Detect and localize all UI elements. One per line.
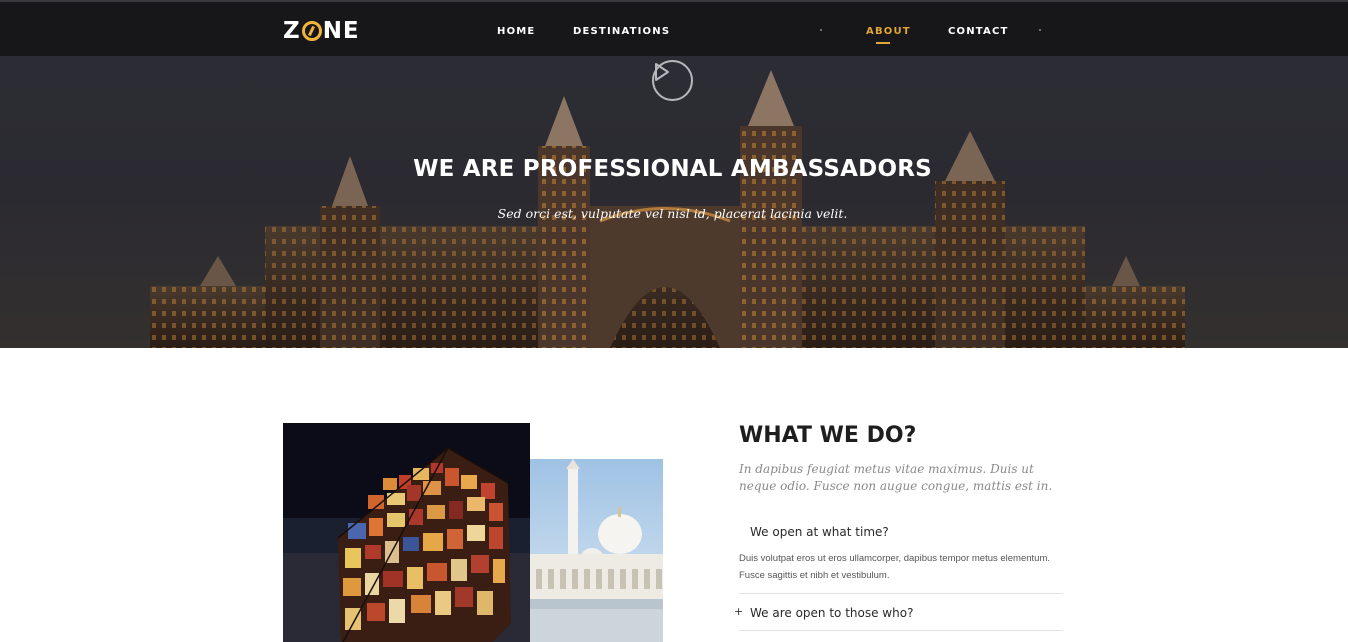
compass-icon (301, 21, 322, 41)
section-intro: In dapibus feugiat metus vitae maximus. … (739, 462, 1053, 493)
nav-about[interactable]: ABOUT (866, 26, 911, 37)
faq-question-2[interactable]: We are open to those who? (750, 606, 913, 620)
nav-destinations[interactable]: DESTINATIONS (573, 26, 670, 37)
play-icon (655, 63, 669, 81)
faq-answer-1: Duis volutpat eros ut eros ullamcorper, … (739, 553, 1051, 581)
nav-separator-dot (820, 29, 822, 31)
play-video-button[interactable] (652, 60, 693, 101)
faq-divider (739, 593, 1063, 594)
hero-title: WE ARE PROFESSIONAL AMBASSADORS (413, 156, 932, 182)
nav-contact[interactable]: CONTACT (948, 26, 1009, 37)
logo-letter-z: Z (283, 18, 301, 44)
nav-home[interactable]: HOME (497, 26, 535, 37)
nav-separator-dot (1039, 29, 1041, 31)
top-navbar: Z NE HOME DESTINATIONS ABOUT CONTACT (0, 0, 1348, 56)
faq-question-1[interactable]: We open at what time? (750, 525, 889, 539)
plus-icon[interactable]: + (734, 605, 743, 618)
nav-active-indicator (876, 42, 890, 44)
site-logo[interactable]: Z NE (283, 18, 360, 44)
hero-banner: WE ARE PROFESSIONAL AMBASSADORS Sed orci… (0, 56, 1348, 348)
section-title: WHAT WE DO? (739, 423, 917, 448)
mosque-image (530, 459, 663, 642)
stained-glass-house-image (283, 423, 530, 642)
faq-divider (739, 630, 1063, 631)
logo-letters-ne: NE (322, 18, 360, 44)
hero-subtitle: Sed orci est, vulputate vel nisl id, pla… (497, 206, 848, 221)
